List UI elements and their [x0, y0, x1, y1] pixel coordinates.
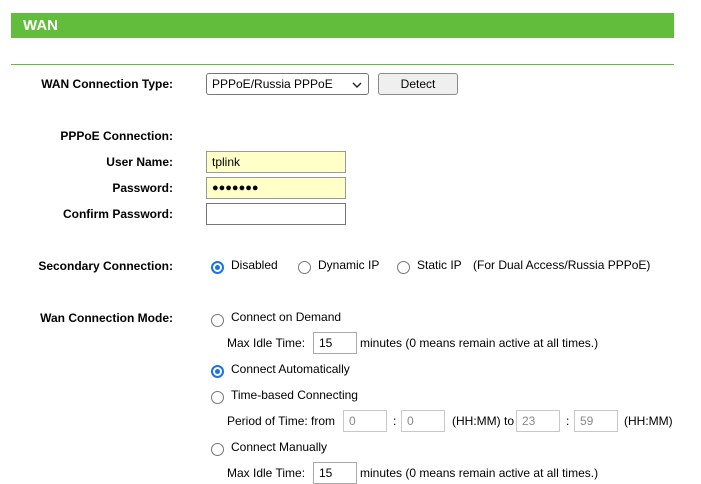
secondary-static-ip-radio[interactable]	[397, 261, 410, 274]
connect-manually-radio[interactable]	[211, 443, 224, 456]
wan-connection-mode-label: Wan Connection Mode:	[40, 311, 173, 325]
password-input[interactable]: ●●●●●●●	[206, 177, 346, 199]
connect-manually-label: Connect Manually	[231, 440, 328, 454]
pppoe-connection-label: PPPoE Connection:	[60, 129, 173, 143]
period-to-minute-input[interactable]: 59	[574, 410, 618, 432]
page-title: WAN	[11, 13, 674, 38]
manual-max-idle-time-label: Max Idle Time:	[227, 466, 306, 480]
user-name-label: User Name:	[106, 155, 173, 169]
wan-connection-type-value: PPPoE/Russia PPPoE	[212, 77, 333, 91]
connect-automatically-radio[interactable]	[211, 365, 224, 378]
user-name-input[interactable]: tplink	[206, 151, 346, 173]
connect-on-demand-label: Connect on Demand	[231, 310, 342, 324]
manual-max-idle-time-suffix: minutes (0 means remain active at all ti…	[360, 466, 599, 480]
wan-connection-type-select[interactable]: PPPoE/Russia PPPoE	[206, 73, 369, 95]
secondary-dynamic-ip-radio[interactable]	[298, 261, 311, 274]
confirm-password-input[interactable]	[206, 203, 346, 225]
secondary-disabled-label: Disabled	[231, 258, 278, 272]
wan-connection-type-label: WAN Connection Type:	[41, 77, 173, 91]
period-hhmm-label: (HH:MM)	[624, 414, 673, 428]
connect-on-demand-radio[interactable]	[211, 314, 224, 327]
period-of-time-label: Period of Time: from	[227, 414, 336, 428]
secondary-disabled-radio[interactable]	[211, 261, 224, 274]
secondary-note: (For Dual Access/Russia PPPoE)	[473, 258, 651, 272]
max-idle-time-label: Max Idle Time:	[227, 336, 306, 350]
time-based-connecting-radio[interactable]	[211, 391, 224, 404]
detect-button[interactable]: Detect	[378, 73, 458, 95]
period-from-colon: :	[393, 414, 397, 428]
period-from-hour-input[interactable]: 0	[343, 410, 387, 432]
divider	[11, 64, 674, 65]
confirm-password-label: Confirm Password:	[62, 207, 173, 221]
connect-automatically-label: Connect Automatically	[231, 362, 350, 376]
max-idle-time-suffix: minutes (0 means remain active at all ti…	[360, 336, 599, 350]
period-to-colon: :	[566, 414, 570, 428]
max-idle-time-input[interactable]: 15	[313, 332, 357, 354]
period-from-minute-input[interactable]: 0	[401, 410, 445, 432]
period-to-hour-input[interactable]: 23	[516, 410, 560, 432]
period-hhmm-to-label: (HH:MM) to	[452, 414, 514, 428]
secondary-connection-label: Secondary Connection:	[38, 259, 173, 273]
secondary-static-ip-label: Static IP	[417, 258, 462, 272]
secondary-dynamic-ip-label: Dynamic IP	[318, 258, 380, 272]
time-based-connecting-label: Time-based Connecting	[231, 388, 358, 402]
password-label: Password:	[112, 181, 173, 195]
manual-max-idle-time-input[interactable]: 15	[313, 462, 357, 484]
chevron-down-icon	[352, 82, 362, 88]
